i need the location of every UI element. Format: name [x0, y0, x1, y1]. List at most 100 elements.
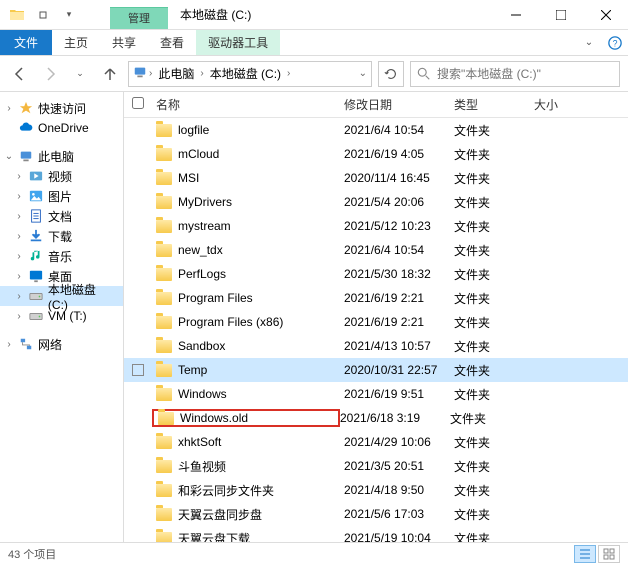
tree-item[interactable]: ›图片 — [0, 186, 123, 206]
tree-item-label: 此电脑 — [38, 148, 74, 165]
file-row[interactable]: new_tdx2021/6/4 10:54文件夹 — [124, 238, 628, 262]
menu-item[interactable]: 共享 — [100, 30, 148, 55]
chevron-icon[interactable]: › — [14, 311, 24, 322]
minimize-button[interactable] — [493, 0, 538, 30]
qat-overflow[interactable]: ▾ — [58, 4, 80, 26]
crumb-root[interactable]: 此电脑 — [154, 63, 198, 84]
chevron-icon[interactable]: › — [14, 191, 24, 202]
tree-item[interactable]: ›视频 — [0, 166, 123, 186]
tree-item[interactable]: ⌄ 此电脑 — [0, 146, 123, 166]
chevron-icon[interactable]: › — [14, 171, 24, 182]
file-name: PerfLogs — [178, 267, 226, 281]
chevron-icon[interactable]: › — [14, 231, 24, 242]
tree-item[interactable]: ›快速访问 — [0, 98, 123, 118]
search-input[interactable] — [437, 67, 613, 81]
folder-icon — [156, 388, 172, 401]
folder-icon — [156, 244, 172, 257]
file-row[interactable]: Windows2021/6/19 9:51文件夹 — [124, 382, 628, 406]
tree-item[interactable]: › 音乐 — [0, 246, 123, 266]
back-button[interactable] — [8, 62, 32, 86]
file-row[interactable]: MSI2020/11/4 16:45文件夹 — [124, 166, 628, 190]
chevron-icon[interactable]: › — [14, 251, 24, 262]
file-name: mystream — [178, 219, 231, 233]
file-type: 文件夹 — [454, 482, 534, 499]
folder-icon — [156, 124, 172, 137]
video-icon — [28, 168, 44, 184]
file-date: 2021/4/18 9:50 — [344, 483, 454, 497]
chevron-icon[interactable]: ⌄ — [4, 151, 14, 162]
up-button[interactable] — [98, 62, 122, 86]
col-header-size[interactable]: 大小 — [534, 96, 594, 113]
context-tab[interactable]: 管理 — [110, 7, 168, 29]
qat-dropdown[interactable] — [32, 4, 54, 26]
tree-item[interactable]: ›网络 — [0, 334, 123, 354]
row-checkbox[interactable] — [132, 364, 144, 376]
file-row[interactable]: Program Files2021/6/19 2:21文件夹 — [124, 286, 628, 310]
content: 名称 修改日期 类型 大小 logfile2021/6/4 10:54文件夹mC… — [124, 92, 628, 542]
file-row[interactable]: Windows.old2021/6/18 3:19文件夹 — [124, 406, 628, 430]
file-row[interactable]: mystream2021/5/12 10:23文件夹 — [124, 214, 628, 238]
statusbar: 43 个项目 — [0, 542, 628, 564]
ribbon-expand[interactable]: ⌄ — [576, 30, 602, 55]
view-icons-button[interactable] — [598, 545, 620, 563]
file-row[interactable]: 斗鱼视频2021/3/5 20:51文件夹 — [124, 454, 628, 478]
file-row[interactable]: MyDrivers2021/5/4 20:06文件夹 — [124, 190, 628, 214]
file-type: 文件夹 — [454, 170, 534, 187]
file-row[interactable]: PerfLogs2021/5/30 18:32文件夹 — [124, 262, 628, 286]
chevron-right-icon[interactable]: › — [200, 68, 203, 79]
file-date: 2020/10/31 22:57 — [344, 363, 454, 377]
history-dropdown[interactable]: ⌄ — [68, 62, 92, 86]
file-type: 文件夹 — [454, 290, 534, 307]
item-count: 43 个项目 — [8, 546, 56, 562]
breadcrumb[interactable]: › 此电脑 › 本地磁盘 (C:) › ⌄ — [128, 61, 372, 87]
select-all-checkbox[interactable] — [132, 97, 144, 109]
file-row[interactable]: Temp2020/10/31 22:57文件夹 — [124, 358, 628, 382]
forward-button[interactable] — [38, 62, 62, 86]
file-row[interactable]: logfile2021/6/4 10:54文件夹 — [124, 118, 628, 142]
tree-item-label: 音乐 — [48, 248, 72, 265]
file-date: 2020/11/4 16:45 — [344, 171, 454, 185]
tree-item[interactable]: ›下载 — [0, 226, 123, 246]
file-row[interactable]: 天翼云盘下载2021/5/19 10:04文件夹 — [124, 526, 628, 542]
crumb-current[interactable]: 本地磁盘 (C:) — [206, 63, 285, 84]
file-date: 2021/6/4 10:54 — [344, 123, 454, 137]
help-button[interactable]: ? — [602, 30, 628, 55]
file-type: 文件夹 — [454, 386, 534, 403]
file-row[interactable]: 天翼云盘同步盘2021/5/6 17:03文件夹 — [124, 502, 628, 526]
file-type: 文件夹 — [454, 314, 534, 331]
view-details-button[interactable] — [574, 545, 596, 563]
close-button[interactable] — [583, 0, 628, 30]
file-row[interactable]: Program Files (x86)2021/6/19 2:21文件夹 — [124, 310, 628, 334]
file-name: Sandbox — [178, 339, 225, 353]
tree-item[interactable]: ›本地磁盘 (C:) — [0, 286, 123, 306]
chevron-icon[interactable]: › — [14, 271, 24, 282]
chevron-icon[interactable]: › — [14, 211, 24, 222]
folder-icon — [156, 532, 172, 543]
file-row[interactable]: mCloud2021/6/19 4:05文件夹 — [124, 142, 628, 166]
menu-item[interactable]: 主页 — [52, 30, 100, 55]
chevron-right-icon[interactable]: › — [149, 68, 152, 79]
col-header-name[interactable]: 名称 — [156, 96, 344, 113]
file-name: new_tdx — [178, 243, 223, 257]
menu-context[interactable]: 驱动器工具 — [196, 30, 280, 55]
chevron-icon[interactable]: › — [4, 339, 14, 350]
chevron-icon[interactable]: › — [4, 103, 14, 114]
history-dropdown-icon[interactable]: ⌄ — [359, 68, 367, 79]
file-row[interactable]: xhktSoft2021/4/29 10:06文件夹 — [124, 430, 628, 454]
searchbox[interactable] — [410, 61, 620, 87]
col-header-date[interactable]: 修改日期 — [344, 96, 454, 113]
chevron-right-icon[interactable]: › — [287, 68, 290, 79]
folder-icon — [6, 4, 28, 26]
refresh-button[interactable] — [378, 61, 404, 87]
file-row[interactable]: 和彩云同步文件夹2021/4/18 9:50文件夹 — [124, 478, 628, 502]
tree-item[interactable]: ›文档 — [0, 206, 123, 226]
menu-file[interactable]: 文件 — [0, 30, 52, 55]
menu-item[interactable]: 查看 — [148, 30, 196, 55]
cloud-icon — [18, 120, 34, 136]
chevron-icon[interactable]: › — [14, 291, 24, 302]
col-header-type[interactable]: 类型 — [454, 96, 534, 113]
tree-item[interactable]: ›OneDrive — [0, 118, 123, 138]
maximize-button[interactable] — [538, 0, 583, 30]
file-row[interactable]: Sandbox2021/4/13 10:57文件夹 — [124, 334, 628, 358]
folder-icon — [156, 340, 172, 353]
